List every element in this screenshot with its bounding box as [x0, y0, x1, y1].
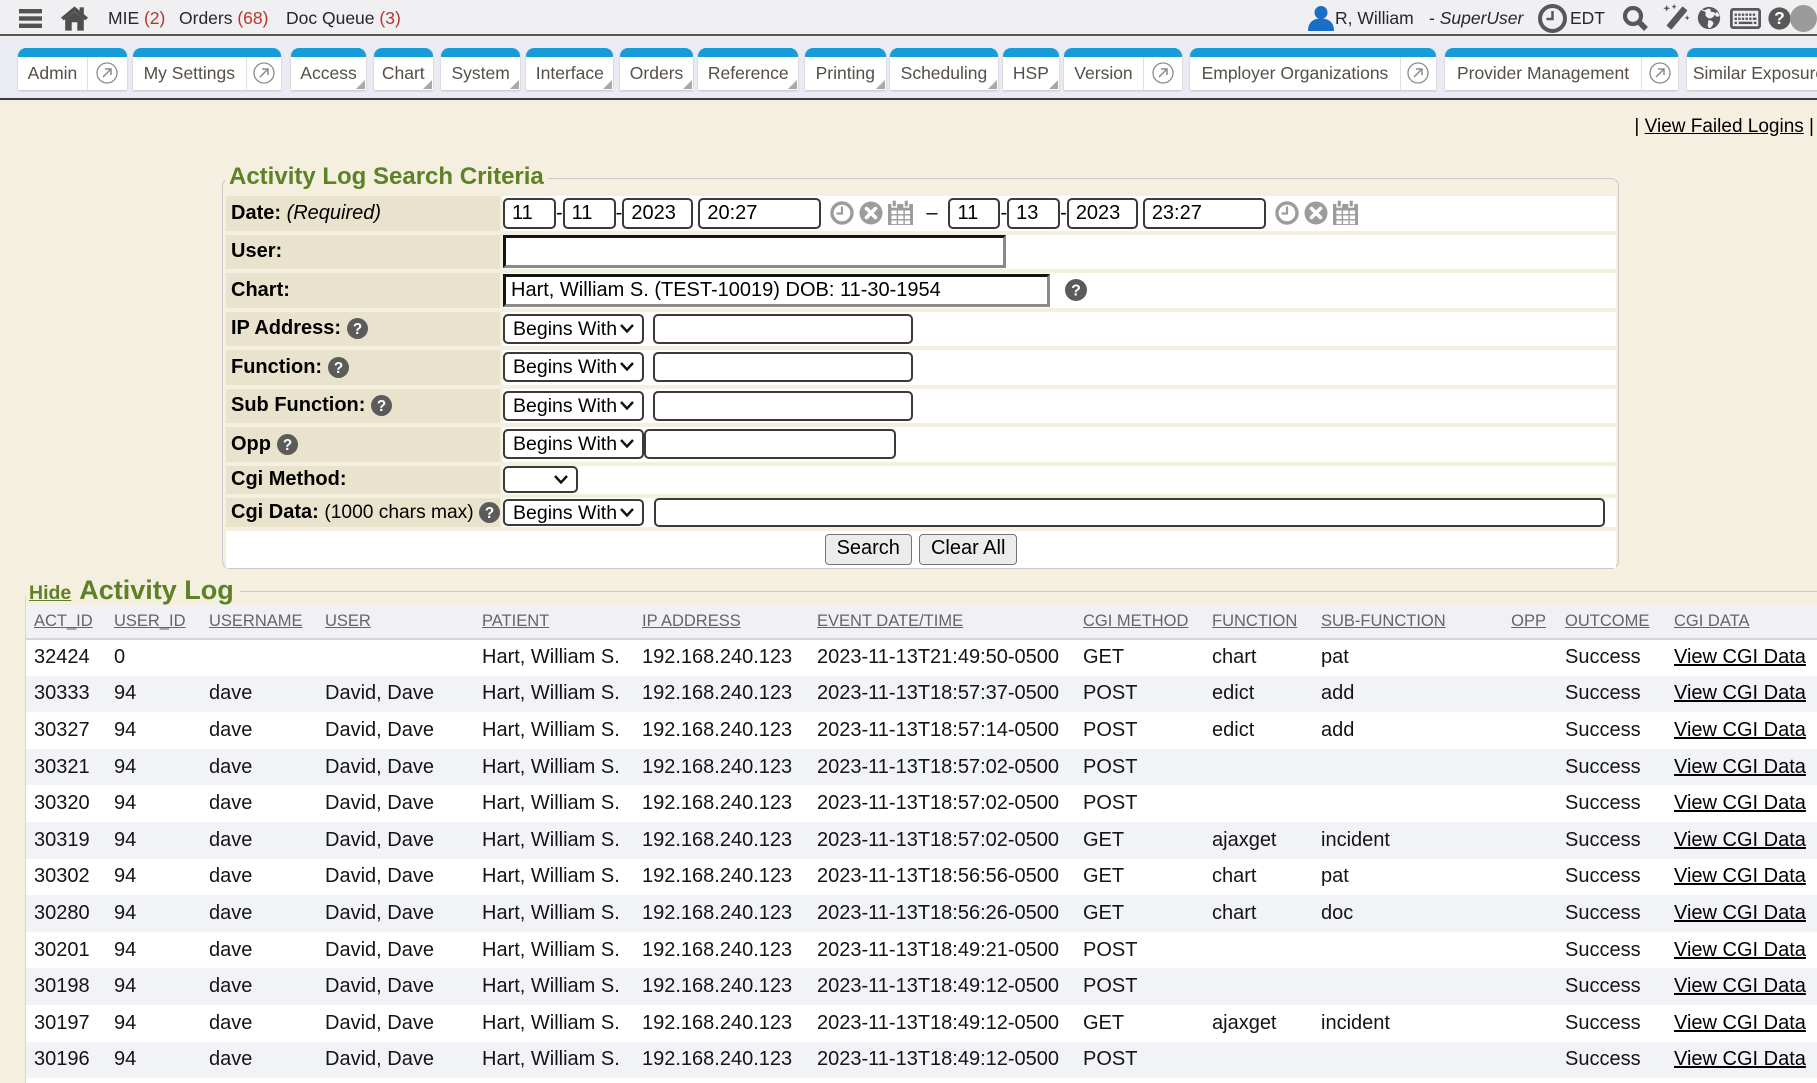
svg-text:?: ?: [333, 360, 342, 377]
svg-text:?: ?: [377, 398, 386, 415]
svg-text:?: ?: [352, 321, 361, 338]
svg-text:?: ?: [1774, 8, 1785, 28]
svg-text:?: ?: [1072, 283, 1082, 300]
svg-text:?: ?: [282, 437, 291, 454]
svg-text:?: ?: [485, 504, 494, 521]
